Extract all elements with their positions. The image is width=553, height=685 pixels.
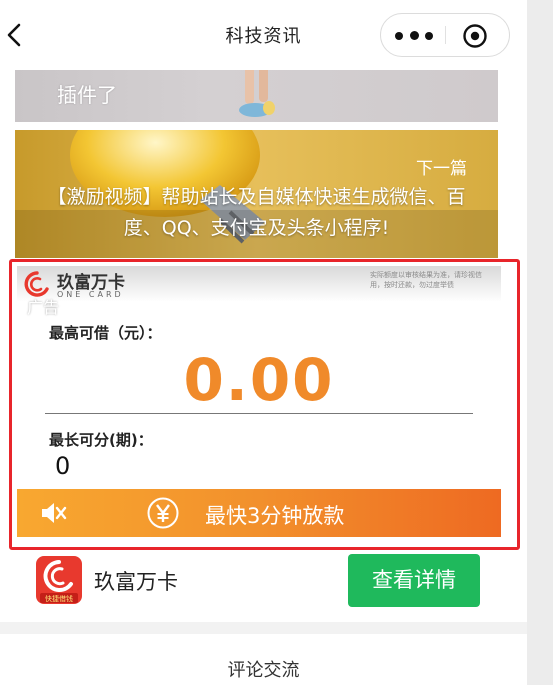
max-periods-label: 最长可分(期)： [49, 431, 153, 449]
ad-tag: 广告 [27, 298, 60, 317]
view-details-button[interactable]: 查看详情 [348, 554, 480, 607]
more-icon [395, 32, 403, 40]
next-article-label: 下一篇 [416, 159, 467, 179]
mute-icon[interactable] [39, 501, 67, 525]
app-badge: 快捷借钱 [45, 594, 73, 603]
ad-cta-text: 最快3分钟放款 [205, 504, 345, 528]
more-icon-dot [425, 32, 433, 40]
prev-article-card[interactable]: 插件了 [15, 70, 498, 122]
more-icon-dot [410, 31, 419, 40]
next-article-card[interactable]: 下一篇 【激励视频】帮助站长及自媒体快速生成微信、百度、QQ、支付宝及头条小程序… [15, 130, 498, 258]
close-target-icon [463, 24, 487, 48]
close-button[interactable] [461, 22, 489, 50]
article-page: 科技资讯 插件了 下一篇 【激励视频】帮助站长及自媒体快速生成微信、百度、QQ、… [0, 0, 527, 685]
next-article-title: 【激励视频】帮助站长及自媒体快速生成微信、百度、QQ、支付宝及头条小程序! [47, 186, 466, 239]
app-name[interactable]: 玖富万卡 [94, 566, 178, 596]
comments-heading: 评论交流 [227, 660, 300, 681]
ad-banner[interactable]: 玖富万卡 ONE CARD 广告 实际额度以审核结果为准，请珍视信用，按时还款，… [17, 266, 501, 537]
scrollbar-track[interactable] [527, 0, 553, 685]
app-icon[interactable]: 快捷借钱 [36, 556, 82, 604]
max-amount-label: 最高可借（元）： [49, 324, 162, 342]
navigation-bar: 科技资讯 [0, 0, 527, 70]
capsule-divider [445, 26, 446, 44]
mini-program-capsule [380, 13, 510, 57]
yen-icon [147, 497, 179, 529]
brand-subtitle: ONE CARD [57, 290, 124, 299]
max-periods-value: 0 [55, 452, 71, 480]
max-amount-value: 0.00 [183, 346, 335, 414]
article-image [239, 70, 275, 117]
prev-article-title: 插件了 [57, 83, 117, 107]
ad-fine-print: 实际额度以审核结果为准，请珍视信用，按时还款，勿过度举债 [370, 271, 482, 289]
ad-cta-bar[interactable]: 最快3分钟放款 [17, 489, 501, 537]
app-logo-icon: 快捷借钱 [40, 560, 78, 603]
section-gap [0, 622, 527, 634]
ad-divider [45, 413, 473, 414]
more-button[interactable] [393, 23, 439, 47]
